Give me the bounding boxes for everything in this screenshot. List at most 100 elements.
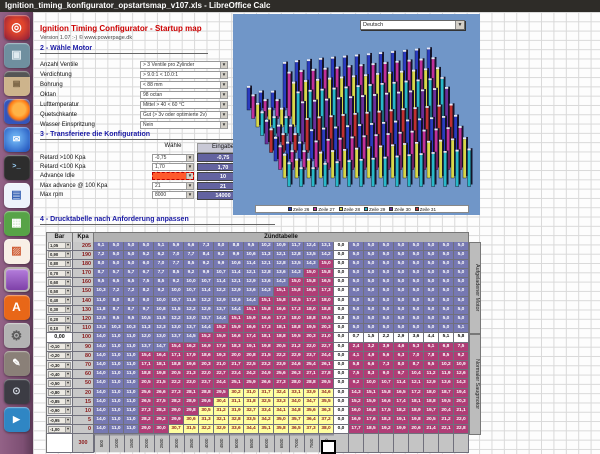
timing-cell[interactable]: 0,0	[334, 278, 349, 287]
timing-cell[interactable]: 18,7	[439, 389, 454, 398]
launcher-camera-app[interactable]: ⊙	[4, 379, 30, 404]
timing-cell[interactable]: 19,3	[214, 352, 229, 361]
timing-cell[interactable]: 29,8	[184, 407, 199, 416]
timing-cell[interactable]: 15,9	[364, 398, 379, 407]
timing-cell[interactable]: 29,5	[214, 389, 229, 398]
timing-cell[interactable]: 9,9	[199, 269, 214, 278]
timing-cell[interactable]: 20,8	[244, 352, 259, 361]
timing-cell[interactable]: 19,5	[439, 398, 454, 407]
timing-cell[interactable]: 15,8	[379, 389, 394, 398]
timing-cell[interactable]: 5,0	[409, 287, 424, 296]
timing-cell[interactable]: 23,7	[304, 352, 319, 361]
timing-cell[interactable]: 7,3	[379, 361, 394, 370]
timing-cell[interactable]: 11,2	[424, 370, 439, 379]
launcher-ubuntu-logo[interactable]: ◎	[4, 15, 30, 40]
timing-cell[interactable]: 5,0	[454, 315, 469, 324]
timing-cell[interactable]: 8,7	[124, 306, 139, 315]
timing-cell[interactable]: 5,0	[379, 324, 394, 333]
timing-cell[interactable]: 16,5	[394, 389, 409, 398]
timing-cell[interactable]: 13,1	[319, 242, 334, 251]
bar-dropdown[interactable]: -0,85▼	[48, 398, 71, 405]
bar-dropdown[interactable]: -0,95▼	[48, 417, 71, 424]
timing-cell[interactable]: 7,5	[349, 370, 364, 379]
chevron-down-icon[interactable]: ▼	[455, 21, 464, 29]
timing-cell[interactable]: 6,5	[124, 278, 139, 287]
timing-cell[interactable]: 10,8	[154, 306, 169, 315]
timing-cell[interactable]: 3,6	[409, 333, 424, 342]
timing-cell[interactable]: 37,2	[319, 416, 334, 425]
timing-cell[interactable]: 19,8	[409, 416, 424, 425]
timing-cell[interactable]: 9,2	[349, 379, 364, 388]
timing-cell[interactable]: 17,3	[259, 324, 274, 333]
timing-cell[interactable]: 9,2	[169, 278, 184, 287]
timing-cell[interactable]: 12,8	[259, 269, 274, 278]
timing-cell[interactable]: 9,7	[139, 306, 154, 315]
timing-cell[interactable]: 10,7	[184, 287, 199, 296]
timing-cell[interactable]: 19,5	[304, 324, 319, 333]
timing-cell[interactable]: 18,3	[229, 343, 244, 352]
timing-cell[interactable]: 20,3	[199, 361, 214, 370]
timing-cell[interactable]: 16,6	[244, 324, 259, 333]
timing-cell[interactable]: 15,8	[319, 269, 334, 278]
chevron-down-icon[interactable]: ▼	[65, 243, 70, 248]
timing-cell[interactable]: 11,0	[109, 398, 124, 407]
bar-dropdown[interactable]: -1,00▼	[48, 426, 71, 433]
field-dropdown-4[interactable]: Mittel > 40 < 60 °C▼	[140, 101, 228, 109]
timing-cell[interactable]: 21,0	[214, 361, 229, 370]
timing-cell[interactable]: 33,4	[259, 407, 274, 416]
timing-cell[interactable]: 34,7	[304, 398, 319, 407]
timing-cell[interactable]: 10,5	[139, 315, 154, 324]
timing-cell[interactable]: 9,9	[214, 260, 229, 269]
timing-cell[interactable]: 21,3	[184, 370, 199, 379]
timing-cell[interactable]: 5,0	[409, 251, 424, 260]
timing-cell[interactable]: 5,0	[349, 287, 364, 296]
timing-cell[interactable]: 5,0	[349, 297, 364, 306]
timing-cell[interactable]: 22,2	[169, 379, 184, 388]
timing-cell[interactable]: 5,0	[424, 242, 439, 251]
timing-cell[interactable]: 10,6	[229, 260, 244, 269]
timing-cell[interactable]: 5,0	[394, 315, 409, 324]
timing-cell[interactable]: 4,6	[394, 343, 409, 352]
timing-cell[interactable]: 16,4	[154, 352, 169, 361]
timing-cell[interactable]: 8,7	[409, 361, 424, 370]
timing-cell[interactable]: 30,6	[184, 416, 199, 425]
timing-cell[interactable]: 13,6	[259, 278, 274, 287]
timing-cell[interactable]: 19,5	[319, 315, 334, 324]
timing-cell[interactable]: 31,3	[199, 416, 214, 425]
timing-cell[interactable]: 0,0	[334, 416, 349, 425]
timing-cell[interactable]: 12,5	[94, 315, 109, 324]
timing-cell[interactable]: 0,0	[334, 324, 349, 333]
timing-cell[interactable]: 15,8	[289, 287, 304, 296]
chevron-down-icon[interactable]: ▼	[186, 183, 193, 189]
timing-cell[interactable]: 14,0	[94, 407, 109, 416]
timing-cell[interactable]: 8,3	[364, 370, 379, 379]
timing-cell[interactable]: 19,6	[184, 361, 199, 370]
timing-cell[interactable]: 10,0	[364, 379, 379, 388]
timing-cell[interactable]: 17,3	[304, 297, 319, 306]
chevron-down-icon[interactable]: ▼	[220, 102, 227, 108]
timing-cell[interactable]: 4,1	[349, 352, 364, 361]
timing-cell[interactable]: 9,7	[394, 370, 409, 379]
timing-cell[interactable]: 7,2	[94, 251, 109, 260]
timing-cell[interactable]: 5,0	[424, 324, 439, 333]
timing-cell[interactable]: 5,0	[394, 269, 409, 278]
timing-cell[interactable]: 5,0	[424, 287, 439, 296]
timing-cell[interactable]: 18,1	[259, 333, 274, 342]
launcher-libreoffice-calc[interactable]: ▦	[4, 211, 30, 236]
timing-cell[interactable]: 10,6	[244, 251, 259, 260]
timing-cell[interactable]: 12,1	[409, 379, 424, 388]
timing-cell[interactable]: 5,0	[409, 242, 424, 251]
bar-dropdown[interactable]: 0,40▼	[48, 297, 71, 304]
timing-cell[interactable]: 11,5	[169, 306, 184, 315]
launcher-system-settings[interactable]: ⚙	[4, 323, 30, 348]
timing-cell[interactable]: 18,2	[394, 407, 409, 416]
timing-cell[interactable]: 19,4	[454, 389, 469, 398]
timing-cell[interactable]: 5,0	[409, 297, 424, 306]
timing-cell[interactable]: 5,8	[454, 333, 469, 342]
chevron-down-icon[interactable]: ▼	[220, 112, 227, 118]
transfer-dropdown-3[interactable]: 21▼	[152, 182, 194, 190]
timing-cell[interactable]: 18,8	[319, 306, 334, 315]
timing-cell[interactable]: 7,7	[184, 251, 199, 260]
timing-cell[interactable]: 24,4	[214, 379, 229, 388]
timing-cell[interactable]: 5,0	[349, 260, 364, 269]
